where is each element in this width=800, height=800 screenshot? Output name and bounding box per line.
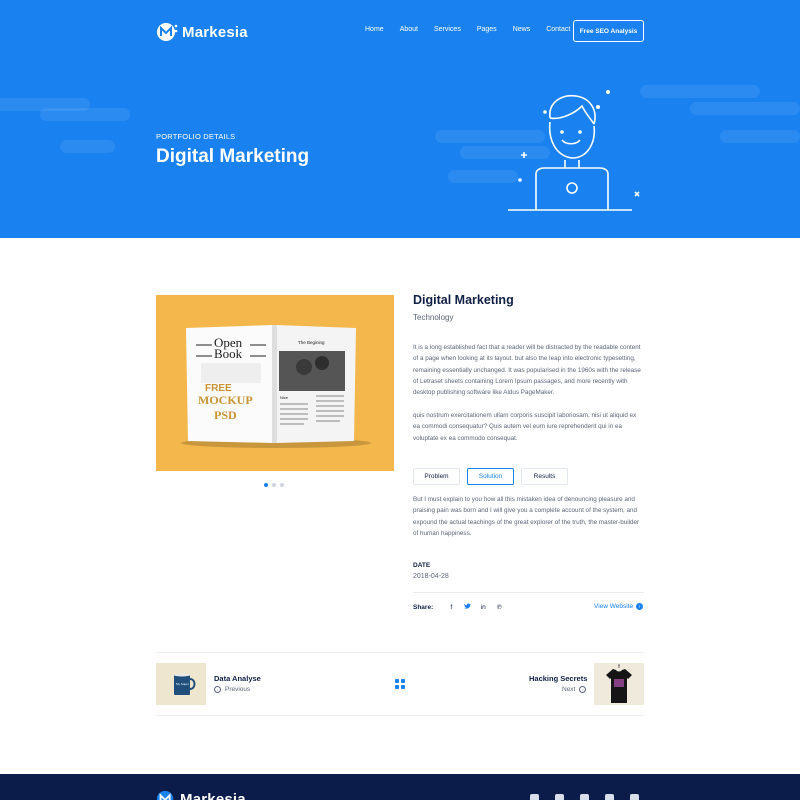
date-label: DATE	[413, 562, 431, 569]
linkedin-icon[interactable]: in	[475, 604, 491, 611]
book-title-line2: Book	[214, 346, 243, 361]
page-eyebrow: PORTFOLIO DETAILS	[156, 132, 236, 141]
site-footer: Markesia	[0, 774, 800, 800]
psd-text: PSD	[214, 408, 237, 422]
date-value: 2018-04-28	[413, 573, 449, 580]
twitter-icon[interactable]	[555, 794, 564, 800]
linkedin-icon[interactable]	[630, 794, 639, 800]
main-nav: Home About Services Pages News Contact	[365, 26, 570, 33]
brand-logo[interactable]: Markesia	[156, 21, 248, 43]
right-page-heading: The Begining	[298, 340, 325, 345]
portfolio-gallery[interactable]: Open Book FREE MOCKUP PSD The Begining N…	[156, 295, 394, 471]
mug-image: My Super	[174, 673, 196, 695]
brand-name: Markesia	[182, 23, 248, 41]
decorative-cloud	[640, 85, 760, 98]
view-website-label: View Website	[594, 603, 634, 610]
project-title: Digital Marketing	[413, 293, 514, 307]
decorative-cloud	[690, 102, 800, 115]
previous-link[interactable]: ‹ Previous	[214, 686, 250, 693]
open-book-mockup-image: Open Book FREE MOCKUP PSD The Begining N…	[181, 325, 371, 448]
hero-banner: Markesia Home About Services Pages News …	[0, 0, 800, 238]
share-label: Share:	[413, 603, 434, 611]
share-bar: Share: f in ℗	[413, 603, 507, 611]
pinterest-icon[interactable]: ℗	[491, 604, 507, 611]
grid-view-icon[interactable]	[395, 679, 405, 689]
youtube-icon[interactable]	[605, 794, 614, 800]
footer-logo[interactable]: Markesia	[156, 789, 246, 800]
next-project-thumbnail[interactable]	[594, 663, 644, 705]
nav-news[interactable]: News	[513, 26, 531, 33]
nav-services[interactable]: Services	[434, 26, 461, 33]
next-label: Next	[562, 686, 576, 693]
page-title: Digital Marketing	[156, 146, 310, 167]
divider	[156, 715, 644, 716]
arrow-right-icon: ›	[579, 686, 587, 693]
nav-pages[interactable]: Pages	[477, 26, 497, 33]
nav-contact[interactable]: Contact	[546, 26, 570, 33]
instagram-icon[interactable]	[580, 794, 589, 800]
footer-brand-name: Markesia	[180, 790, 246, 800]
arrow-left-icon: ‹	[214, 686, 221, 693]
arrow-right-icon: ›	[636, 603, 644, 610]
logo-m-icon	[156, 790, 174, 800]
slider-dot-1[interactable]	[264, 483, 268, 487]
mug-text: My Super	[176, 682, 189, 686]
tab-problem[interactable]: Problem	[413, 468, 460, 485]
project-description-1: It is a long established fact that a rea…	[413, 344, 641, 397]
slider-dot-3[interactable]	[280, 483, 284, 487]
next-link[interactable]: Next ›	[562, 686, 587, 693]
project-category: Technology	[413, 313, 454, 322]
facebook-icon[interactable]: f	[443, 604, 459, 611]
divider	[413, 592, 644, 593]
tab-content-text: But I must explain to you how all this m…	[413, 496, 640, 537]
decorative-cloud	[720, 130, 800, 143]
project-description-2: quis nostrum exercitationem ullam corpor…	[413, 412, 637, 442]
tab-solution[interactable]: Solution	[467, 468, 514, 485]
twitter-icon[interactable]	[459, 603, 475, 611]
slider-dot-2[interactable]	[272, 483, 276, 487]
previous-label: Previous	[225, 686, 251, 693]
decorative-cloud	[60, 140, 115, 153]
previous-project-thumbnail[interactable]: My Super	[156, 663, 206, 705]
facebook-icon[interactable]	[530, 794, 539, 800]
previous-project-title[interactable]: Data Analyse	[214, 674, 261, 683]
project-tabs: Problem Solution Results	[413, 468, 568, 485]
nav-about[interactable]: About	[400, 26, 418, 33]
nav-home[interactable]: Home	[365, 26, 384, 33]
logo-m-icon	[157, 23, 178, 41]
tab-results[interactable]: Results	[521, 468, 568, 485]
slider-dots	[264, 483, 284, 487]
developer-illustration	[508, 90, 640, 211]
next-project-title[interactable]: Hacking Secrets	[529, 674, 587, 683]
decorative-cloud	[40, 108, 130, 121]
mockup-text: MOCKUP	[198, 393, 253, 407]
free-seo-analysis-button[interactable]: Free SEO Analysis	[573, 20, 644, 42]
tshirt-image	[606, 664, 632, 703]
divider	[156, 652, 644, 653]
view-website-link[interactable]: View Website ›	[594, 603, 644, 610]
right-page-sub: Nice	[280, 395, 289, 400]
